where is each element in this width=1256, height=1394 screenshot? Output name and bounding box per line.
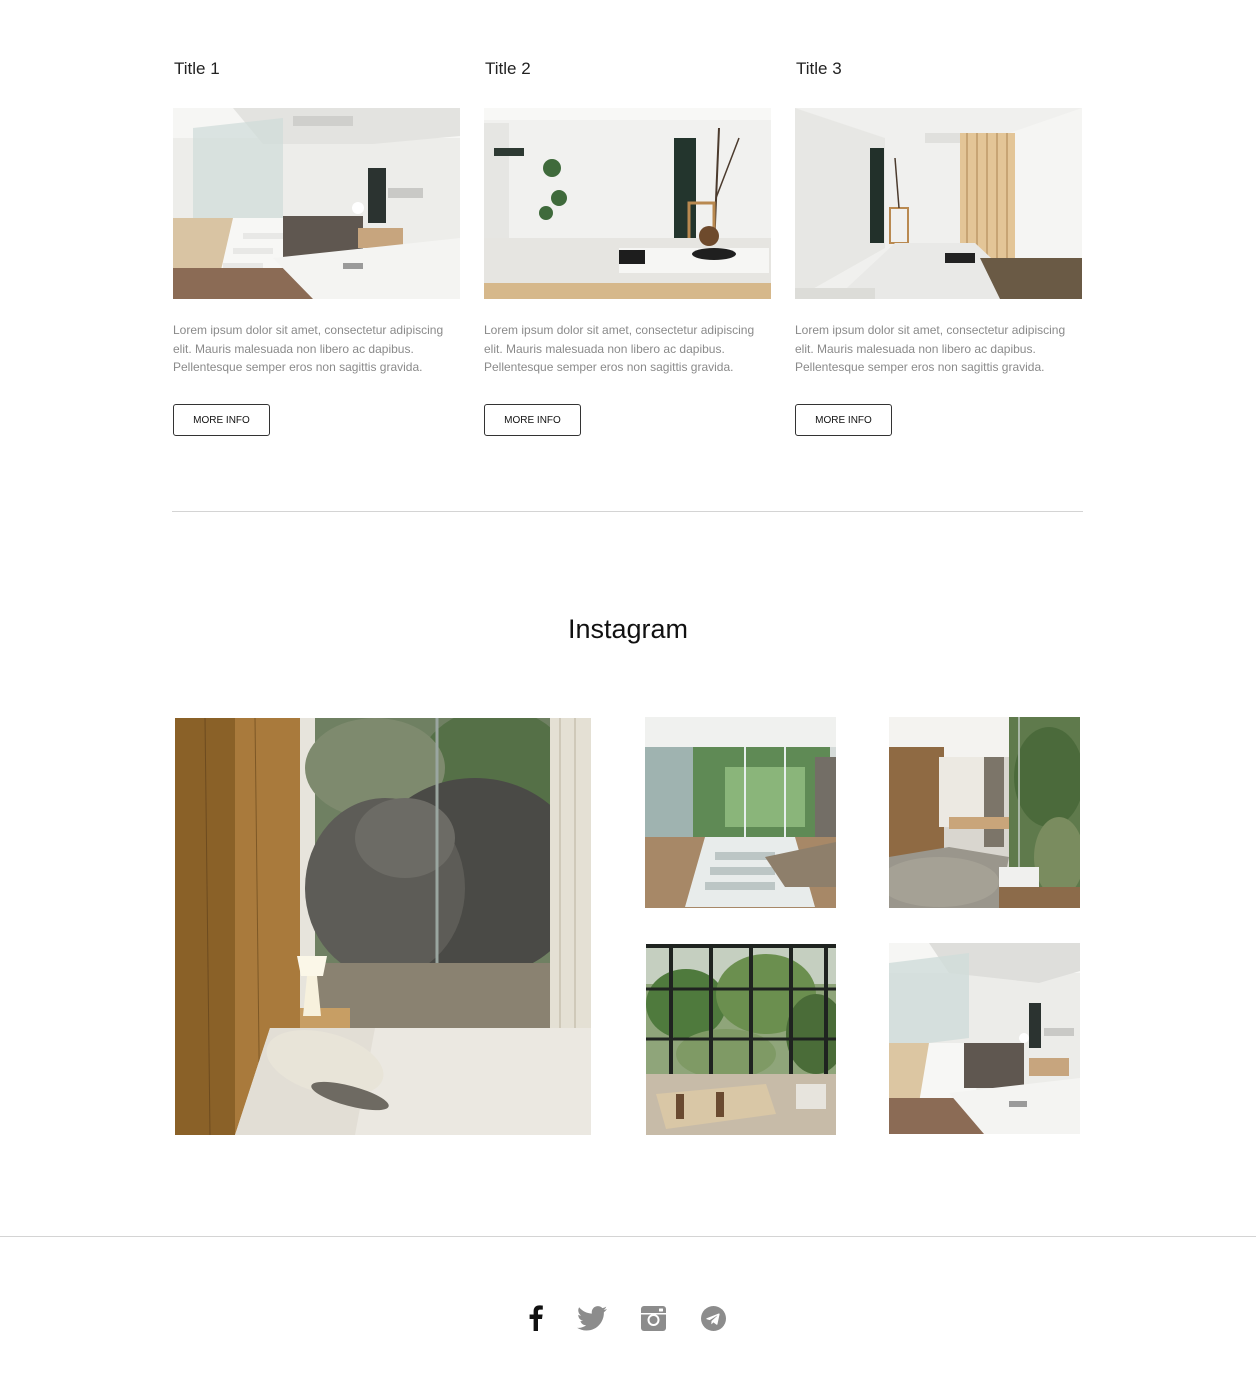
page: Title 1 Lorem ipsum dolor sit amet, cons… xyxy=(0,0,1256,1394)
instagram-photo-forest-windows[interactable] xyxy=(646,944,836,1135)
instagram-photo-interior-stairs[interactable] xyxy=(889,943,1080,1134)
footer-divider xyxy=(0,1236,1256,1237)
card-description: Lorem ipsum dolor sit amet, consectetur … xyxy=(795,323,1066,374)
card-image-white-room xyxy=(484,108,771,299)
card-title: Title 2 xyxy=(485,59,531,78)
instagram-photo-rock-room[interactable] xyxy=(889,717,1080,908)
more-info-button[interactable]: MORE INFO xyxy=(173,404,270,436)
instagram-photo-bedroom[interactable] xyxy=(175,718,591,1135)
facebook-icon[interactable] xyxy=(524,1304,548,1332)
card-title: Title 3 xyxy=(796,59,842,78)
twitter-icon[interactable] xyxy=(575,1304,609,1332)
more-info-button[interactable]: MORE INFO xyxy=(484,404,581,436)
instagram-photo-glass-bath[interactable] xyxy=(645,717,836,908)
card-description: Lorem ipsum dolor sit amet, consectetur … xyxy=(173,323,444,374)
section-divider xyxy=(172,511,1083,512)
card-title: Title 1 xyxy=(174,59,220,78)
telegram-icon[interactable] xyxy=(699,1304,727,1332)
more-info-button[interactable]: MORE INFO xyxy=(795,404,892,436)
card-image-hallway xyxy=(795,108,1082,299)
instagram-heading: Instagram xyxy=(567,614,689,644)
card-description: Lorem ipsum dolor sit amet, consectetur … xyxy=(484,323,755,374)
card-image-interior-stairs xyxy=(173,108,460,299)
instagram-icon[interactable] xyxy=(639,1304,667,1332)
